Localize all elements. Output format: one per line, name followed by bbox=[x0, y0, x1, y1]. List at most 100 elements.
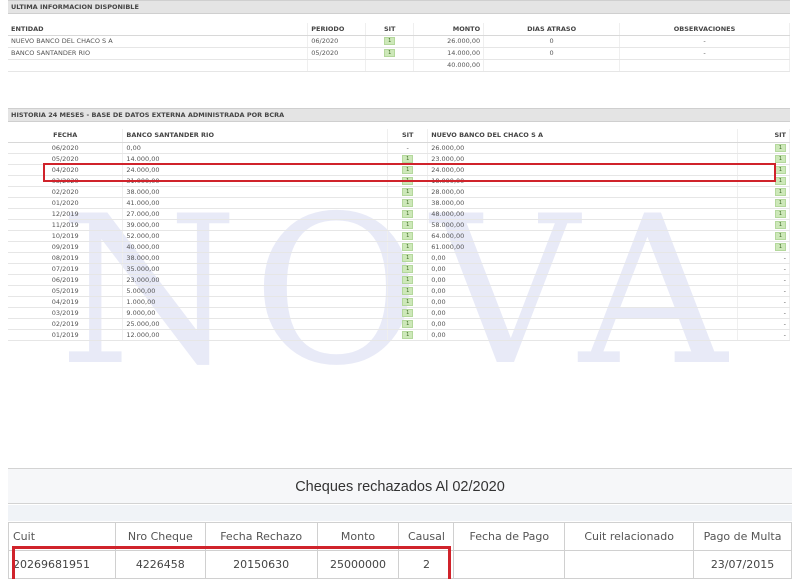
sit-chaco-cell: - bbox=[737, 252, 790, 264]
monto-chaco-cell: 26.000,00 bbox=[427, 142, 738, 154]
sit-badge: 1 bbox=[384, 49, 396, 57]
periodo-cell: 06/2020 bbox=[307, 35, 367, 48]
sit-santander-cell: 1 bbox=[387, 318, 429, 330]
sit-chaco-cell: - bbox=[737, 296, 790, 308]
cheque-cuit-rel-cell bbox=[564, 550, 695, 579]
fecha-cell: 08/2019 bbox=[8, 252, 124, 264]
sit-badge: 1 bbox=[402, 308, 414, 317]
sit-chaco-cell: - bbox=[737, 307, 790, 319]
sit-badge: 1 bbox=[402, 275, 414, 284]
sit-badge: 1 bbox=[402, 154, 414, 163]
sit-badge: 1 bbox=[402, 242, 414, 251]
sit-badge: 1 bbox=[775, 154, 786, 163]
sit-cell: 1 bbox=[365, 47, 415, 60]
table-row: 09/2019 40.000,00 1 61.000,00 1 bbox=[8, 241, 790, 253]
col-entidad: ENTIDAD bbox=[8, 23, 309, 36]
monto-santander-cell: 1.000,00 bbox=[122, 296, 389, 308]
col-sit-1: SIT bbox=[387, 129, 429, 143]
fecha-cell: 02/2019 bbox=[8, 318, 124, 330]
sit-santander-cell: 1 bbox=[387, 274, 429, 286]
table-row: BANCO SANTANDER RIO 05/2020 1 14.000,00 0- bbox=[8, 47, 790, 60]
sit-chaco-cell: - bbox=[737, 285, 790, 297]
col-dias-atraso: DIAS ATRASO bbox=[483, 23, 621, 36]
ultima-table: ENTIDAD PERIODO SIT MONTO DIAS ATRASO OB… bbox=[8, 23, 790, 72]
monto-santander-cell: 41.000,00 bbox=[122, 197, 389, 209]
monto-chaco-cell: 0,00 bbox=[427, 274, 738, 286]
sit-badge: 1 bbox=[402, 231, 414, 240]
total-monto-cell: 40.000,00 bbox=[413, 59, 485, 72]
monto-chaco-cell: 64.000,00 bbox=[427, 230, 738, 242]
sit-chaco-cell: 1 bbox=[737, 230, 790, 242]
sit-badge: 1 bbox=[402, 330, 414, 339]
monto-cell: 26.000,00 bbox=[413, 35, 485, 48]
sit-badge: 1 bbox=[775, 187, 786, 196]
ultima-section-title: ULTIMA INFORMACION DISPONIBLE bbox=[8, 0, 790, 14]
sit-santander-cell: 1 bbox=[387, 307, 429, 319]
monto-santander-cell: 23.000,00 bbox=[122, 274, 389, 286]
sit-chaco-cell: - bbox=[737, 263, 790, 275]
col-pago-multa: Pago de Multa bbox=[693, 522, 792, 551]
monto-santander-cell: 52.000,00 bbox=[122, 230, 389, 242]
monto-chaco-cell: 61.000,00 bbox=[427, 241, 738, 253]
sit-badge: 1 bbox=[775, 143, 786, 152]
monto-santander-cell: 38.000,00 bbox=[122, 252, 389, 264]
sit-badge: 1 bbox=[775, 165, 786, 174]
monto-cell: 14.000,00 bbox=[413, 47, 485, 60]
sit-santander-cell: 1 bbox=[387, 263, 429, 275]
dias-cell: 0 bbox=[483, 35, 621, 48]
sit-badge: 1 bbox=[402, 297, 414, 306]
col-periodo: PERIODO bbox=[307, 23, 367, 36]
col-banco-santander: BANCO SANTANDER RIO bbox=[122, 129, 389, 143]
sit-badge: 1 bbox=[402, 198, 414, 207]
monto-chaco-cell: 0,00 bbox=[427, 296, 738, 308]
cheques-spacer bbox=[8, 505, 792, 521]
monto-chaco-cell: 28.000,00 bbox=[427, 186, 738, 198]
monto-santander-cell: 25.000,00 bbox=[122, 318, 389, 330]
fecha-cell: 06/2020 bbox=[8, 142, 124, 154]
total-row: 40.000,00 bbox=[8, 59, 790, 72]
entidad-cell: NUEVO BANCO DEL CHACO S A bbox=[8, 35, 309, 48]
table-row: 06/2020 0,00-26.000,00 1 bbox=[8, 142, 790, 154]
monto-chaco-cell: 48.000,00 bbox=[427, 208, 738, 220]
sit-badge: 1 bbox=[775, 176, 786, 185]
sit-chaco-cell: - bbox=[737, 329, 790, 341]
col-fecha-pago: Fecha de Pago bbox=[453, 522, 566, 551]
table-row: 11/2019 39.000,00 1 58.000,00 1 bbox=[8, 219, 790, 231]
monto-chaco-cell: 38.000,00 bbox=[427, 197, 738, 209]
sit-badge: 1 bbox=[402, 286, 414, 295]
entidad-cell: BANCO SANTANDER RIO bbox=[8, 47, 309, 60]
fecha-cell: 01/2020 bbox=[8, 197, 124, 209]
table-row: 12/2019 27.000,00 1 48.000,00 1 bbox=[8, 208, 790, 220]
sit-badge: 1 bbox=[402, 187, 414, 196]
sit-chaco-cell: - bbox=[737, 274, 790, 286]
cheque-fecha-pago-cell bbox=[453, 550, 566, 579]
obs-cell: - bbox=[619, 35, 790, 48]
sit-badge: 1 bbox=[402, 253, 414, 262]
sit-badge: 1 bbox=[384, 37, 396, 45]
historia-table: FECHA BANCO SANTANDER RIO SIT NUEVO BANC… bbox=[8, 129, 790, 341]
fecha-cell: 09/2019 bbox=[8, 241, 124, 253]
fecha-cell: 04/2019 bbox=[8, 296, 124, 308]
monto-santander-cell: 39.000,00 bbox=[122, 219, 389, 231]
monto-santander-cell: 38.000,00 bbox=[122, 186, 389, 198]
monto-santander-cell: 40.000,00 bbox=[122, 241, 389, 253]
sit-chaco-cell: 1 bbox=[737, 241, 790, 253]
table-row: 08/2019 38.000,00 1 0,00- bbox=[8, 252, 790, 264]
sit-badge: 1 bbox=[775, 220, 786, 229]
sit-chaco-cell: 1 bbox=[737, 186, 790, 198]
sit-santander-cell: 1 bbox=[387, 329, 429, 341]
sit-chaco-cell: 1 bbox=[737, 219, 790, 231]
table-row: 06/2019 23.000,00 1 0,00- bbox=[8, 274, 790, 286]
empty-cell bbox=[8, 59, 309, 72]
sit-badge: 1 bbox=[775, 242, 786, 251]
fecha-cell: 06/2019 bbox=[8, 274, 124, 286]
sit-santander-cell: 1 bbox=[387, 197, 429, 209]
sit-santander-cell: 1 bbox=[387, 241, 429, 253]
empty-cell bbox=[619, 59, 790, 72]
sit-badge: 1 bbox=[402, 220, 414, 229]
fecha-cell: 07/2019 bbox=[8, 263, 124, 275]
sit-santander-cell: 1 bbox=[387, 252, 429, 264]
monto-santander-cell: 0,00 bbox=[122, 142, 389, 154]
sit-chaco-cell: - bbox=[737, 318, 790, 330]
sit-chaco-cell: 1 bbox=[737, 142, 790, 154]
